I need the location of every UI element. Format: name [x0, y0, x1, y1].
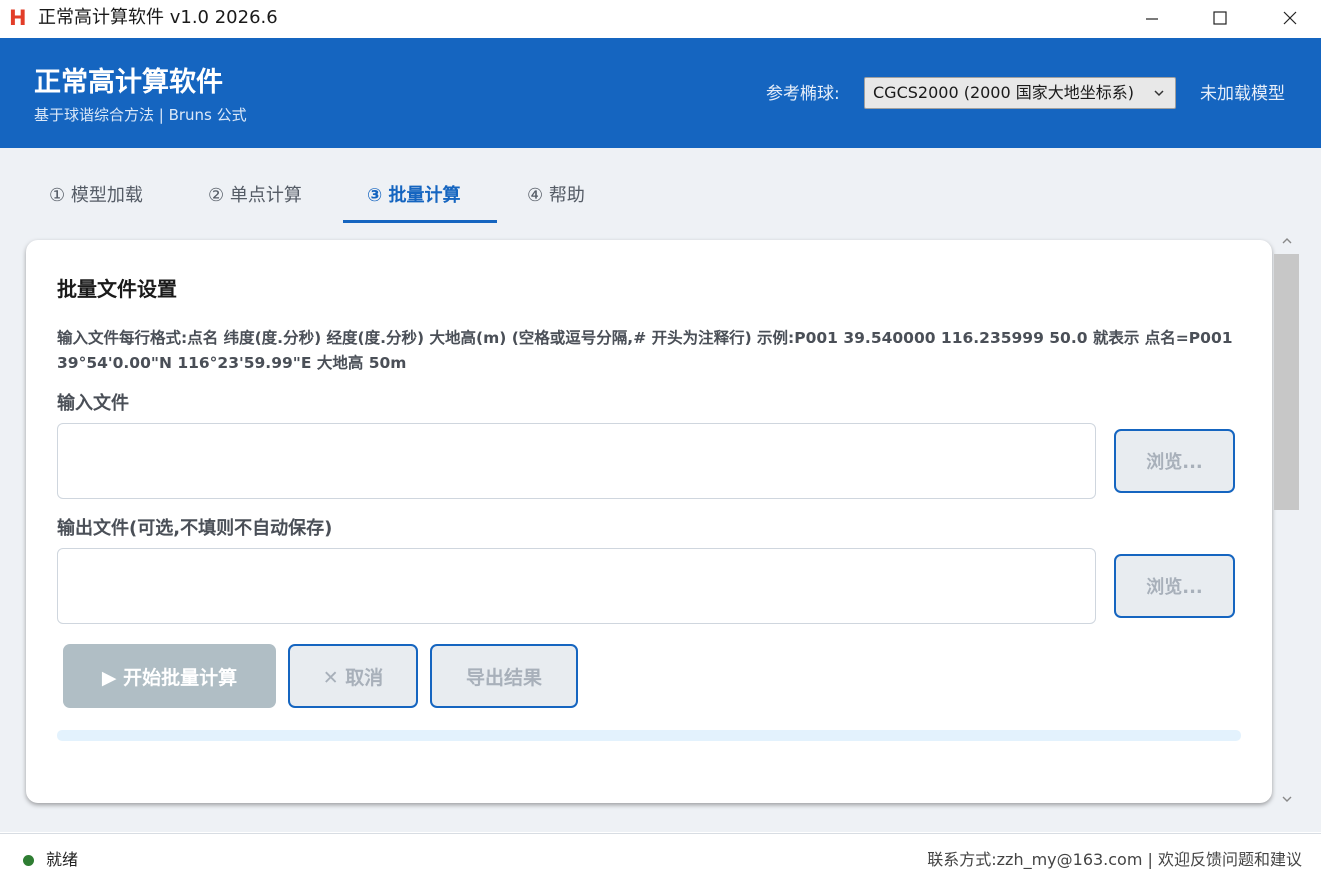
status-bar: 就绪 联系方式:zzh_my@163.com | 欢迎反馈问题和建议	[0, 833, 1321, 885]
input-file-label: 输入文件	[57, 393, 129, 414]
input-browse-button[interactable]: 浏览...	[1114, 429, 1235, 493]
app-subtitle: 基于球谐综合方法 | Bruns 公式	[34, 106, 247, 124]
output-file-field[interactable]	[57, 548, 1096, 624]
status-text: 就绪	[46, 850, 79, 869]
batch-settings-card: 批量文件设置 输入文件每行格式:点名 纬度(度.分秒) 经度(度.分秒) 大地高…	[26, 240, 1272, 803]
model-status-label: 未加载模型	[1200, 84, 1285, 104]
tab-batch[interactable]: ③ 批量计算	[367, 184, 461, 208]
progress-bar	[57, 730, 1241, 741]
output-file-label: 输出文件(可选,不填则不自动保存)	[57, 518, 333, 539]
input-file-field[interactable]	[57, 423, 1096, 499]
tab-model-load[interactable]: ① 模型加载	[49, 184, 143, 208]
chevron-down-icon	[1154, 90, 1164, 97]
chevron-up-icon	[1282, 238, 1291, 244]
scroll-down-button[interactable]	[1274, 788, 1299, 810]
window-title: 正常高计算软件 v1.0 2026.6	[38, 7, 278, 28]
cancel-button[interactable]: ✕ 取消	[288, 644, 418, 708]
active-tab-indicator	[343, 220, 497, 223]
ellipsoid-label: 参考椭球:	[766, 84, 840, 104]
content-scrollbar[interactable]	[1274, 230, 1299, 810]
minimize-button[interactable]	[1129, 0, 1175, 36]
app-header: 正常高计算软件 基于球谐综合方法 | Bruns 公式 参考椭球: CGCS20…	[0, 38, 1321, 148]
chevron-down-icon	[1282, 796, 1291, 802]
tab-help[interactable]: ④ 帮助	[527, 184, 585, 208]
export-results-button[interactable]: 导出结果	[430, 644, 578, 708]
app-logo-icon: H	[9, 6, 27, 30]
maximize-icon	[1213, 11, 1227, 25]
window-titlebar: H 正常高计算软件 v1.0 2026.6	[0, 0, 1321, 38]
contact-info: 联系方式:zzh_my@163.com | 欢迎反馈问题和建议	[927, 850, 1302, 869]
close-button[interactable]	[1267, 0, 1313, 36]
status-indicator-icon	[23, 855, 34, 866]
close-icon	[1283, 11, 1297, 25]
scroll-up-button[interactable]	[1274, 230, 1299, 252]
start-batch-button[interactable]: ▶ 开始批量计算	[63, 644, 276, 708]
card-title: 批量文件设置	[57, 277, 177, 301]
output-browse-button[interactable]: 浏览...	[1114, 554, 1235, 618]
ellipsoid-select-value: CGCS2000 (2000 国家大地坐标系)	[873, 83, 1134, 102]
minimize-icon	[1146, 18, 1158, 20]
app-name: 正常高计算软件	[34, 67, 223, 98]
maximize-button[interactable]	[1197, 0, 1243, 36]
ellipsoid-select[interactable]: CGCS2000 (2000 国家大地坐标系)	[864, 77, 1176, 109]
format-hint: 输入文件每行格式:点名 纬度(度.分秒) 经度(度.分秒) 大地高(m) (空格…	[57, 329, 1233, 372]
tab-single-point[interactable]: ② 单点计算	[208, 184, 302, 208]
scroll-thumb[interactable]	[1274, 254, 1299, 510]
